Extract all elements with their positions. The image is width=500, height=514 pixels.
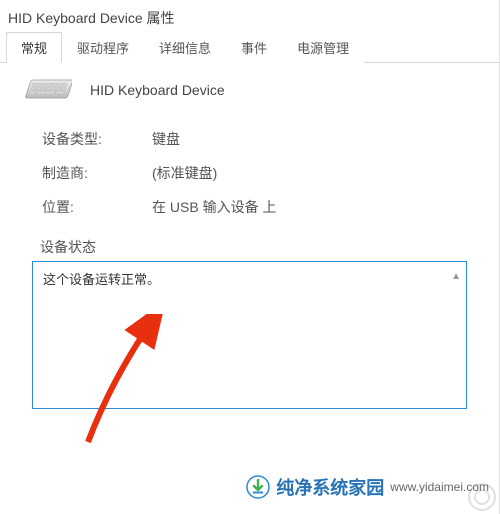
tab-events[interactable]: 事件 [226, 32, 282, 63]
tab-bar: 常规 驱动程序 详细信息 事件 电源管理 [0, 34, 499, 63]
device-type-label: 设备类型: [42, 129, 152, 149]
tab-driver[interactable]: 驱动程序 [62, 32, 144, 63]
device-type-value: 键盘 [152, 129, 477, 149]
device-fields: 设备类型: 键盘 制造商: (标准键盘) 位置: 在 USB 输入设备 上 [42, 129, 477, 217]
watermark-brand: 纯净系统家园 [276, 474, 384, 500]
field-manufacturer: 制造商: (标准键盘) [42, 163, 477, 183]
device-header: HID Keyboard Device [22, 77, 477, 103]
download-icon [246, 475, 270, 499]
tab-content: HID Keyboard Device 设备类型: 键盘 制造商: (标准键盘)… [0, 63, 499, 412]
location-label: 位置: [42, 197, 152, 217]
keyboard-icon [22, 77, 72, 103]
device-name: HID Keyboard Device [90, 82, 225, 98]
field-location: 位置: 在 USB 输入设备 上 [42, 197, 477, 217]
tab-details[interactable]: 详细信息 [144, 32, 226, 63]
manufacturer-value: (标准键盘) [152, 163, 477, 183]
tab-power[interactable]: 电源管理 [282, 32, 364, 63]
window-title: HID Keyboard Device 属性 [0, 0, 499, 34]
device-status-text[interactable] [32, 261, 467, 409]
properties-window: HID Keyboard Device 属性 常规 驱动程序 详细信息 事件 电… [0, 0, 500, 514]
location-value: 在 USB 输入设备 上 [152, 197, 477, 217]
manufacturer-label: 制造商: [42, 163, 152, 183]
device-status-wrap: ▲ [32, 261, 467, 412]
watermark: 纯净系统家园 www.yidaimei.com [246, 474, 499, 500]
tab-general[interactable]: 常规 [6, 32, 62, 63]
watermark-url: www.yidaimei.com [390, 480, 489, 494]
field-device-type: 设备类型: 键盘 [42, 129, 477, 149]
device-status-label: 设备状态 [40, 237, 477, 257]
